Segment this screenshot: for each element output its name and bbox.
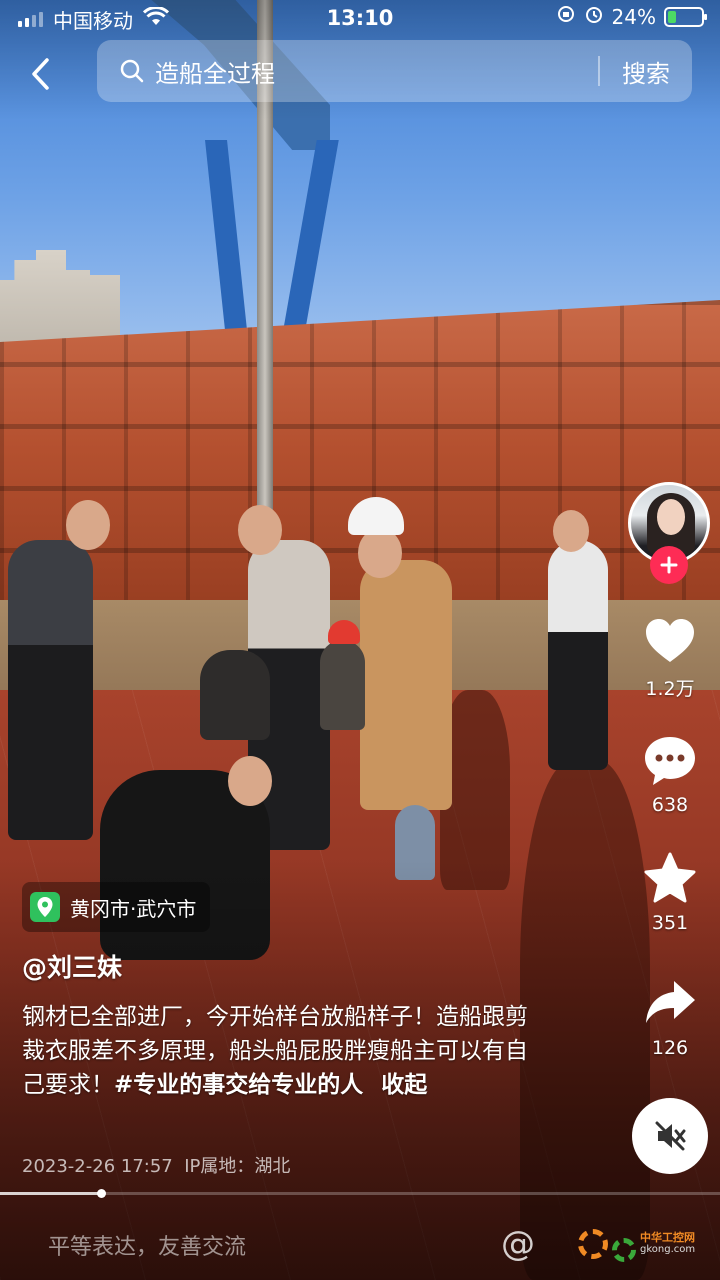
mute-toggle-button[interactable] [632,1098,708,1174]
speaker-muted-icon [655,1121,686,1151]
search-button[interactable]: 搜索 [600,54,692,89]
comment-button[interactable]: 638 [625,732,715,816]
watermark-en: gkong.com [640,1244,696,1255]
comment-count: 638 [651,794,689,816]
gear-icon [612,1238,636,1262]
orientation-lock-icon [556,4,576,29]
comment-icon [645,737,695,785]
plus-icon [660,556,678,574]
search-query[interactable]: 造船全过程 [155,54,598,89]
ip-location: IP属地：湖北 [184,1156,291,1177]
woman-head [358,528,402,578]
favorite-count: 351 [651,912,689,934]
battery-charging-icon [664,6,707,27]
red-helmet [328,620,360,644]
worker-left-head [66,500,110,550]
battery-percent: 24% [611,4,656,29]
watermark-logo: 中华工控网 gkong.com [578,1222,695,1266]
hashtag-link[interactable]: #专业的事交给专业的人 [114,1072,363,1098]
follow-button[interactable] [650,546,688,584]
worker-center-head [238,505,282,555]
post-timestamp: 2023-2-26 17:57 [22,1156,173,1177]
avatar-face [657,499,685,535]
video-progress-bar[interactable] [0,1189,720,1198]
progress-handle[interactable] [96,1189,106,1198]
location-label: 黄冈市·武穴市 [70,896,197,921]
mention-button[interactable]: @ [498,1224,538,1264]
location-tag[interactable]: 黄冈市·武穴市 [22,882,211,932]
gear-icon [578,1229,608,1259]
share-count: 126 [651,1037,689,1059]
worker-right-head [553,510,589,552]
location-pin-icon [30,892,60,922]
worker-left [8,540,93,840]
status-right-group: 24% [556,4,707,29]
star-icon [644,852,696,903]
video-caption: 钢材已全部进厂，今开始样台放船样子！造船跟剪裁衣服差不多原理，船头船屁股胖瘦船主… [22,1000,542,1102]
alarm-icon [584,4,604,29]
progress-fill [0,1192,101,1195]
search-icon [120,59,144,83]
worker-red-helmet [320,640,365,730]
search-input[interactable]: 造船全过程 搜索 [97,40,692,102]
battery-fill [668,10,676,23]
watermark-text: 中华工控网 gkong.com [640,1232,695,1256]
back-button[interactable] [22,54,58,94]
like-button[interactable]: 1.2万 [625,612,715,701]
post-meta: 2023-2-26 17:57 IP属地：湖北 [22,1152,290,1178]
worker-crouching-head [228,756,272,806]
heart-icon [646,619,694,662]
share-button[interactable]: 126 [625,975,715,1059]
worker-right [548,540,608,770]
worker-kneeling-back [200,650,270,740]
woman-in-coat [360,560,452,810]
chevron-left-icon [32,58,49,90]
author-name[interactable]: @刘三妹 [22,948,122,984]
favorite-button[interactable]: 351 [625,850,715,934]
share-arrow-icon [646,981,695,1023]
like-count: 1.2万 [645,678,695,700]
watermark-cn: 中华工控网 [640,1231,695,1244]
collapse-button[interactable]: 收起 [381,1072,427,1098]
